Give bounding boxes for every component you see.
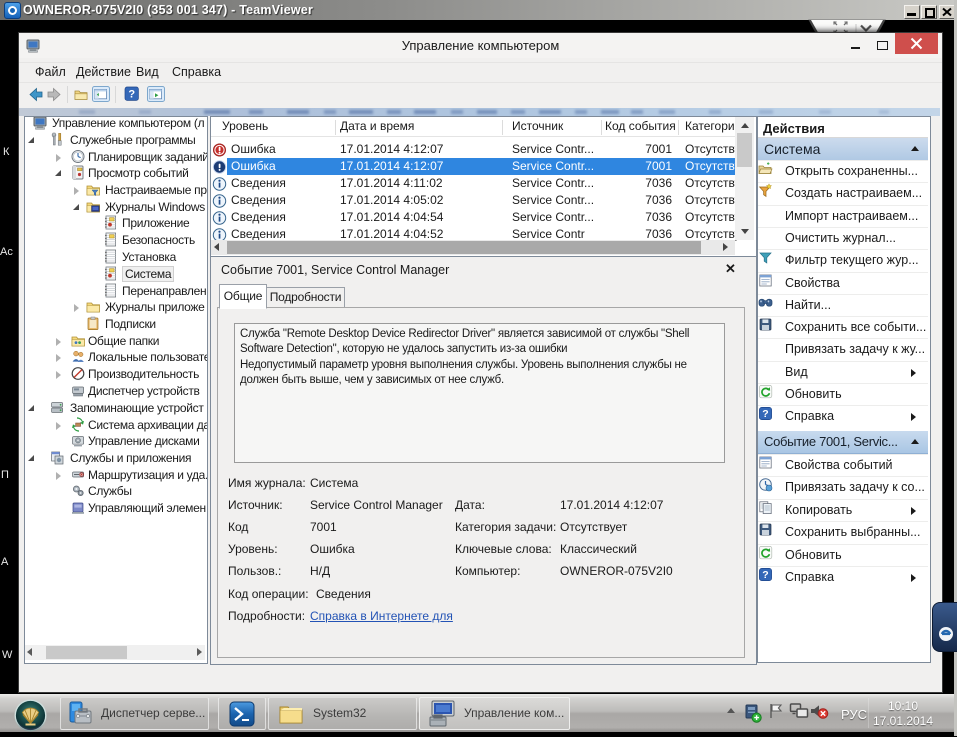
svg-text:?: ? <box>762 408 768 420</box>
svg-text:?: ? <box>128 89 135 101</box>
svg-text:?: ? <box>762 569 768 581</box>
